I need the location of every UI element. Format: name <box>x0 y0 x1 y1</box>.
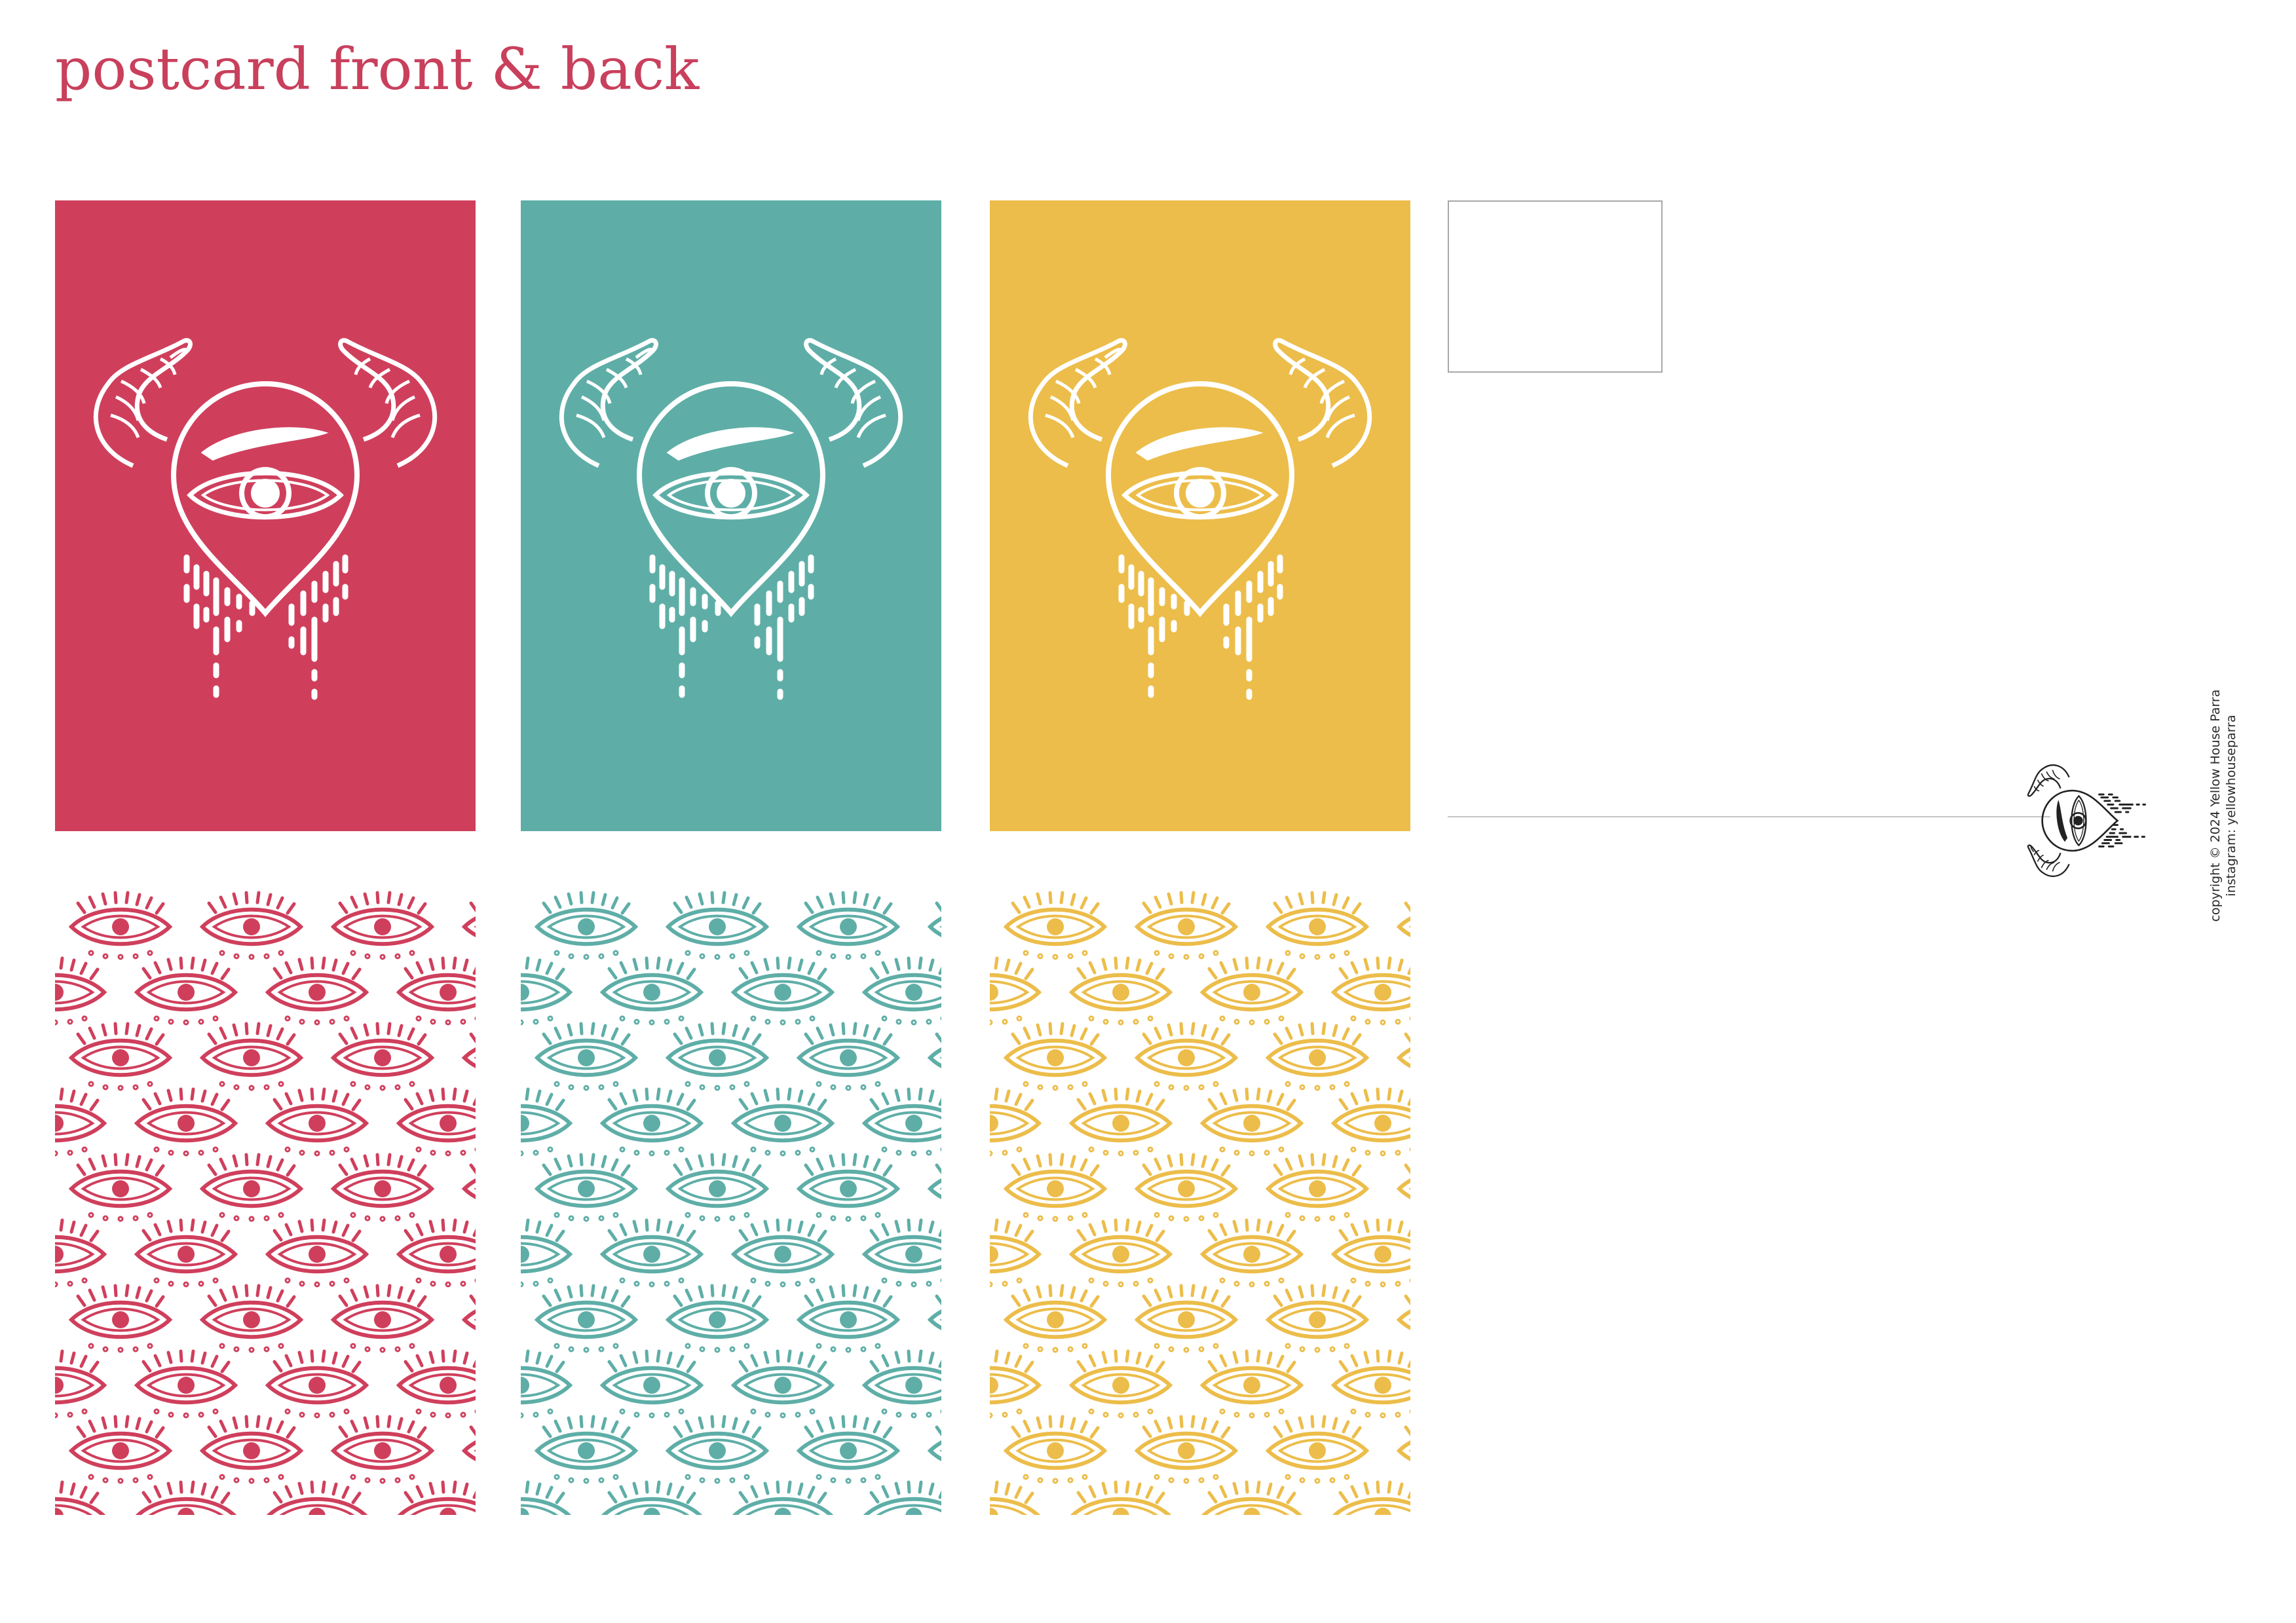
copyright-text: copyright © 2024 Yellow House Parra <box>2208 689 2223 922</box>
postcard-front-teal <box>521 200 941 831</box>
postcard-back-yellow <box>990 884 1410 1515</box>
eye-pattern-icon <box>521 884 941 1515</box>
postcard-back-pink <box>55 884 476 1515</box>
postcard-front-pink <box>55 200 476 831</box>
horned-weeping-eye-icon <box>990 200 1410 831</box>
horned-eye-logo-icon <box>2014 739 2152 903</box>
eye-pattern-icon <box>55 884 476 1515</box>
page-title: postcard front & back <box>55 35 700 103</box>
address-divider <box>1448 816 2050 817</box>
postcard-front-yellow <box>990 200 1410 831</box>
horned-weeping-eye-icon <box>55 200 476 831</box>
instagram-text: instagram: yellowhouseparra <box>2224 715 2238 897</box>
horned-weeping-eye-icon <box>521 200 941 831</box>
eye-pattern-icon <box>990 884 1410 1515</box>
postcard-back-teal <box>521 884 941 1515</box>
stamp-box <box>1448 200 1663 373</box>
credit-text: copyright © 2024 Yellow House Parra inst… <box>2208 668 2239 943</box>
